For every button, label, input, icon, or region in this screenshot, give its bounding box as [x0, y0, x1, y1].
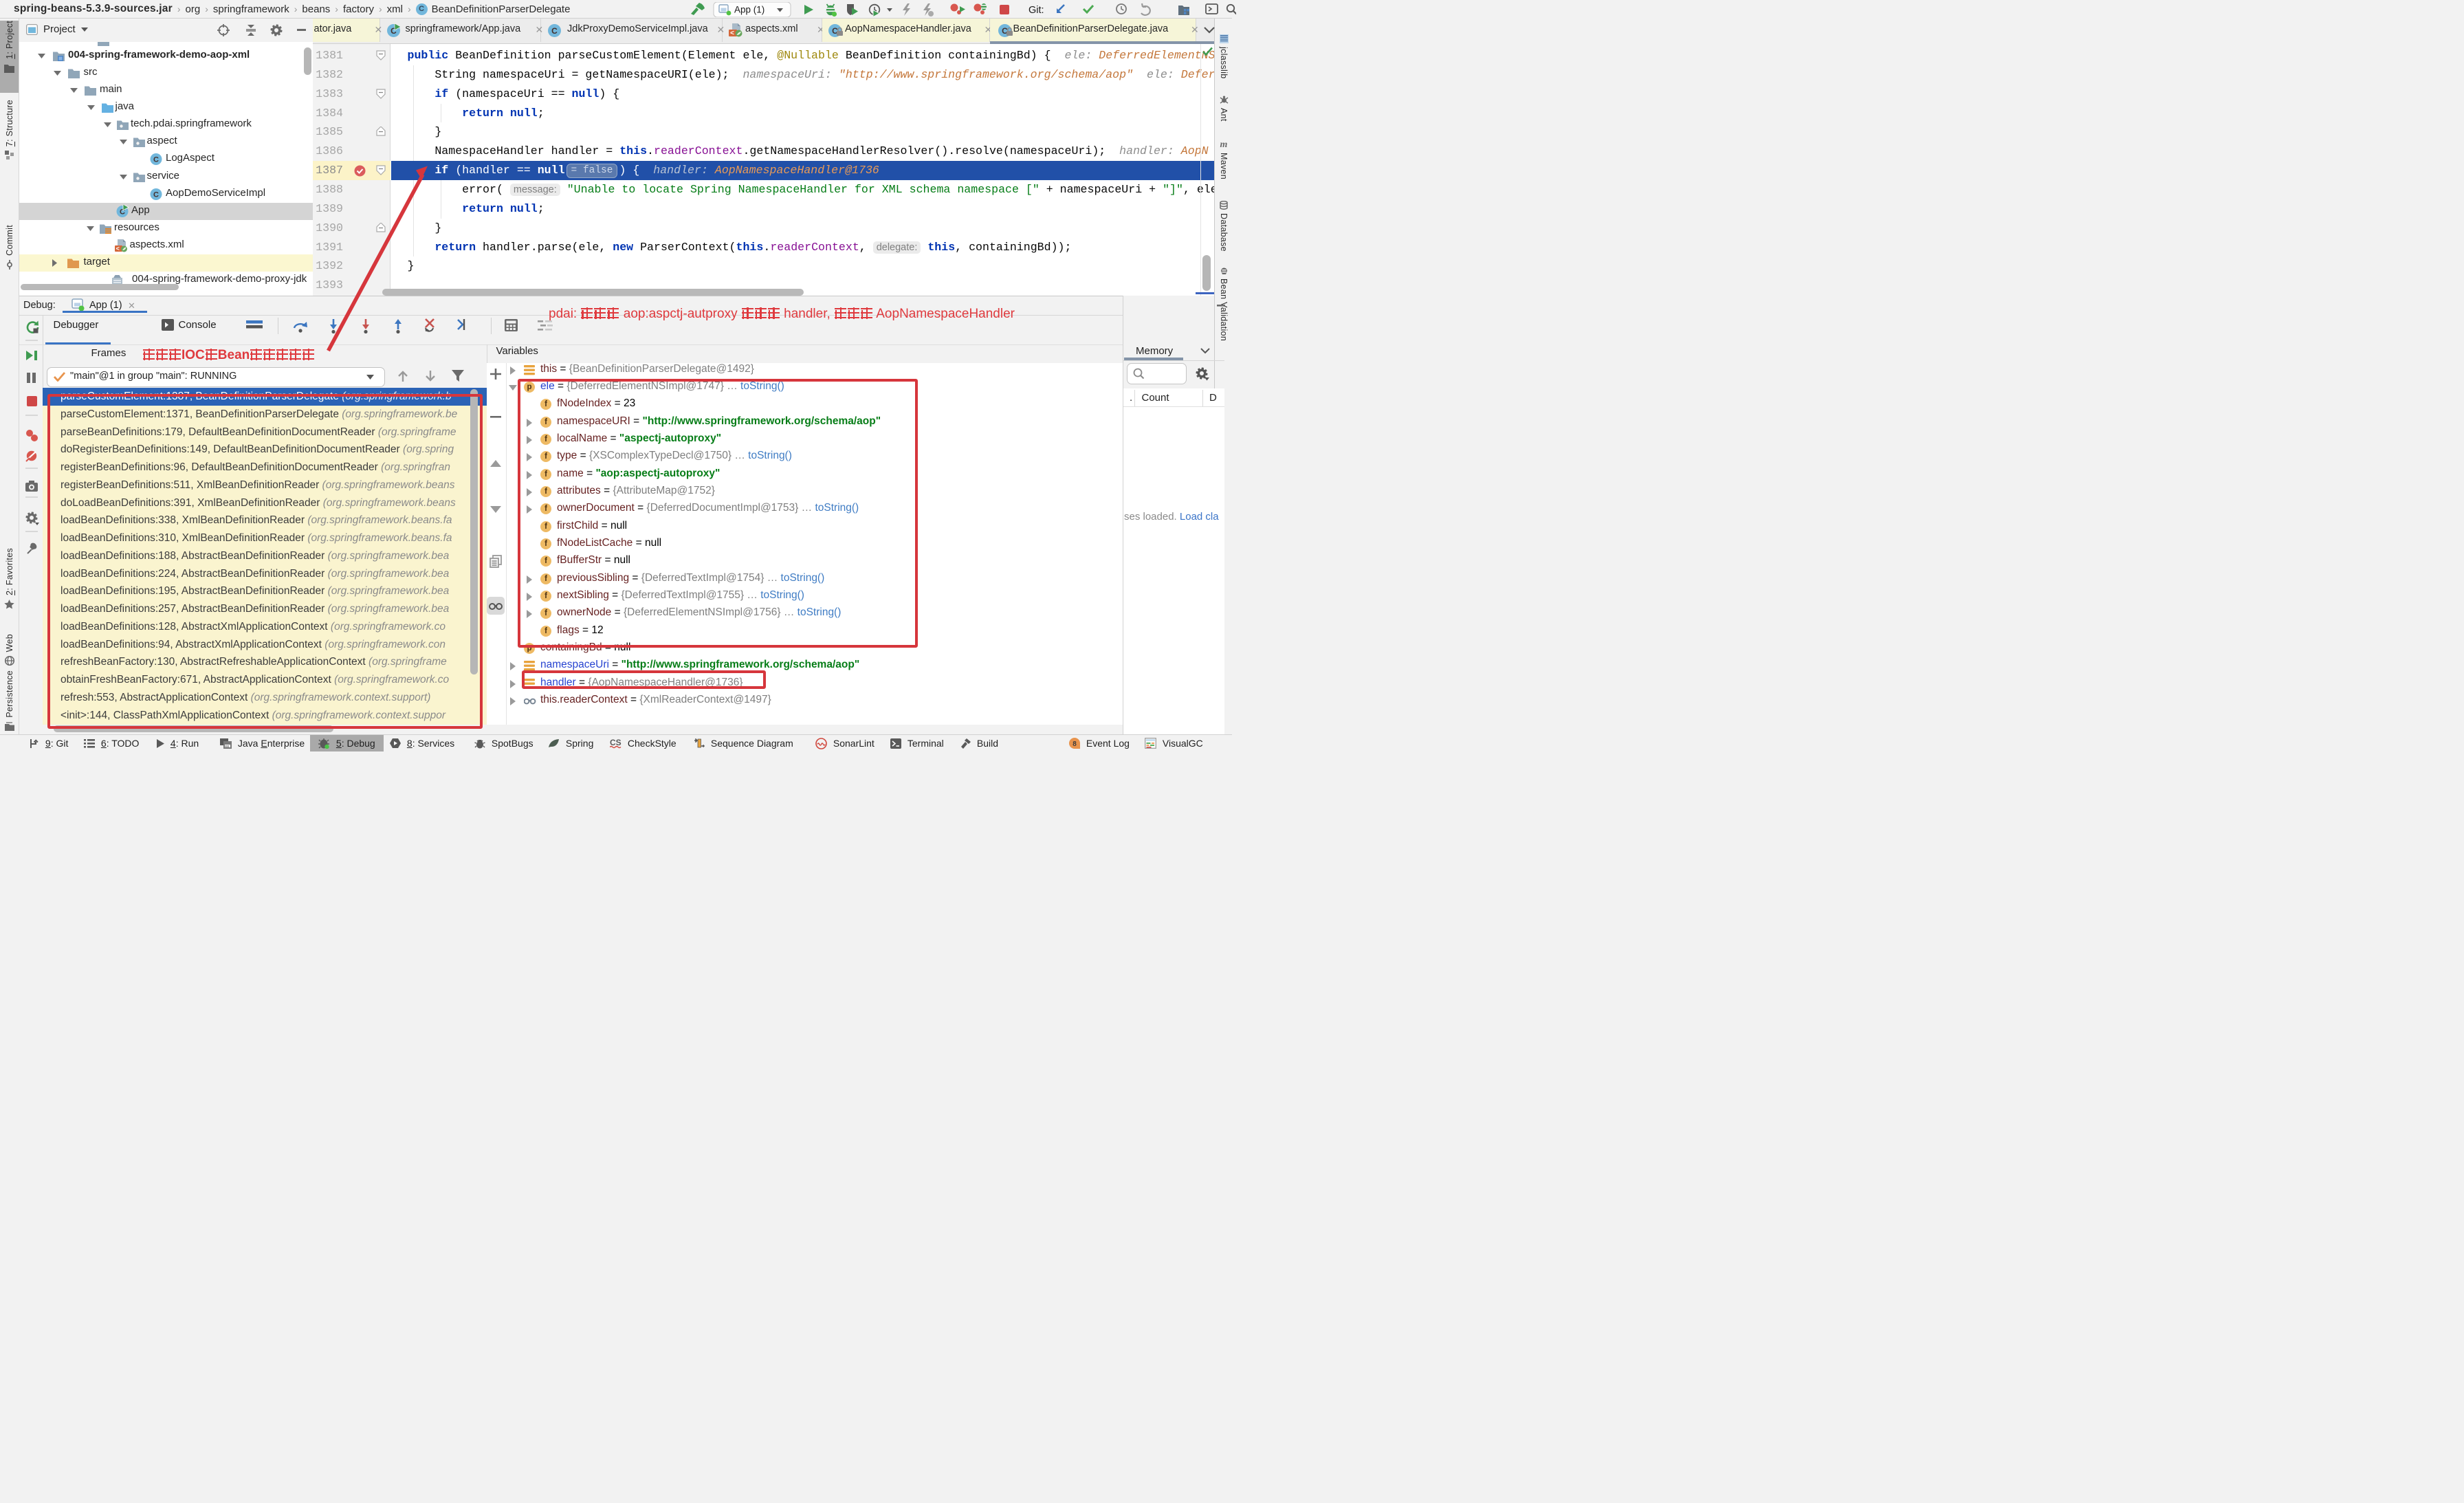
svg-text:EE: EE	[226, 744, 230, 747]
svg-text:<: <	[116, 245, 120, 252]
svg-text:8: 8	[1072, 740, 1077, 748]
svg-text:C: C	[153, 156, 159, 164]
svg-text:C: C	[153, 190, 159, 199]
svg-text:C: C	[551, 26, 558, 36]
svg-text:App (1): App (1)	[734, 5, 764, 15]
svg-text:Git:: Git:	[1028, 5, 1044, 16]
svg-text:<: <	[730, 30, 734, 37]
